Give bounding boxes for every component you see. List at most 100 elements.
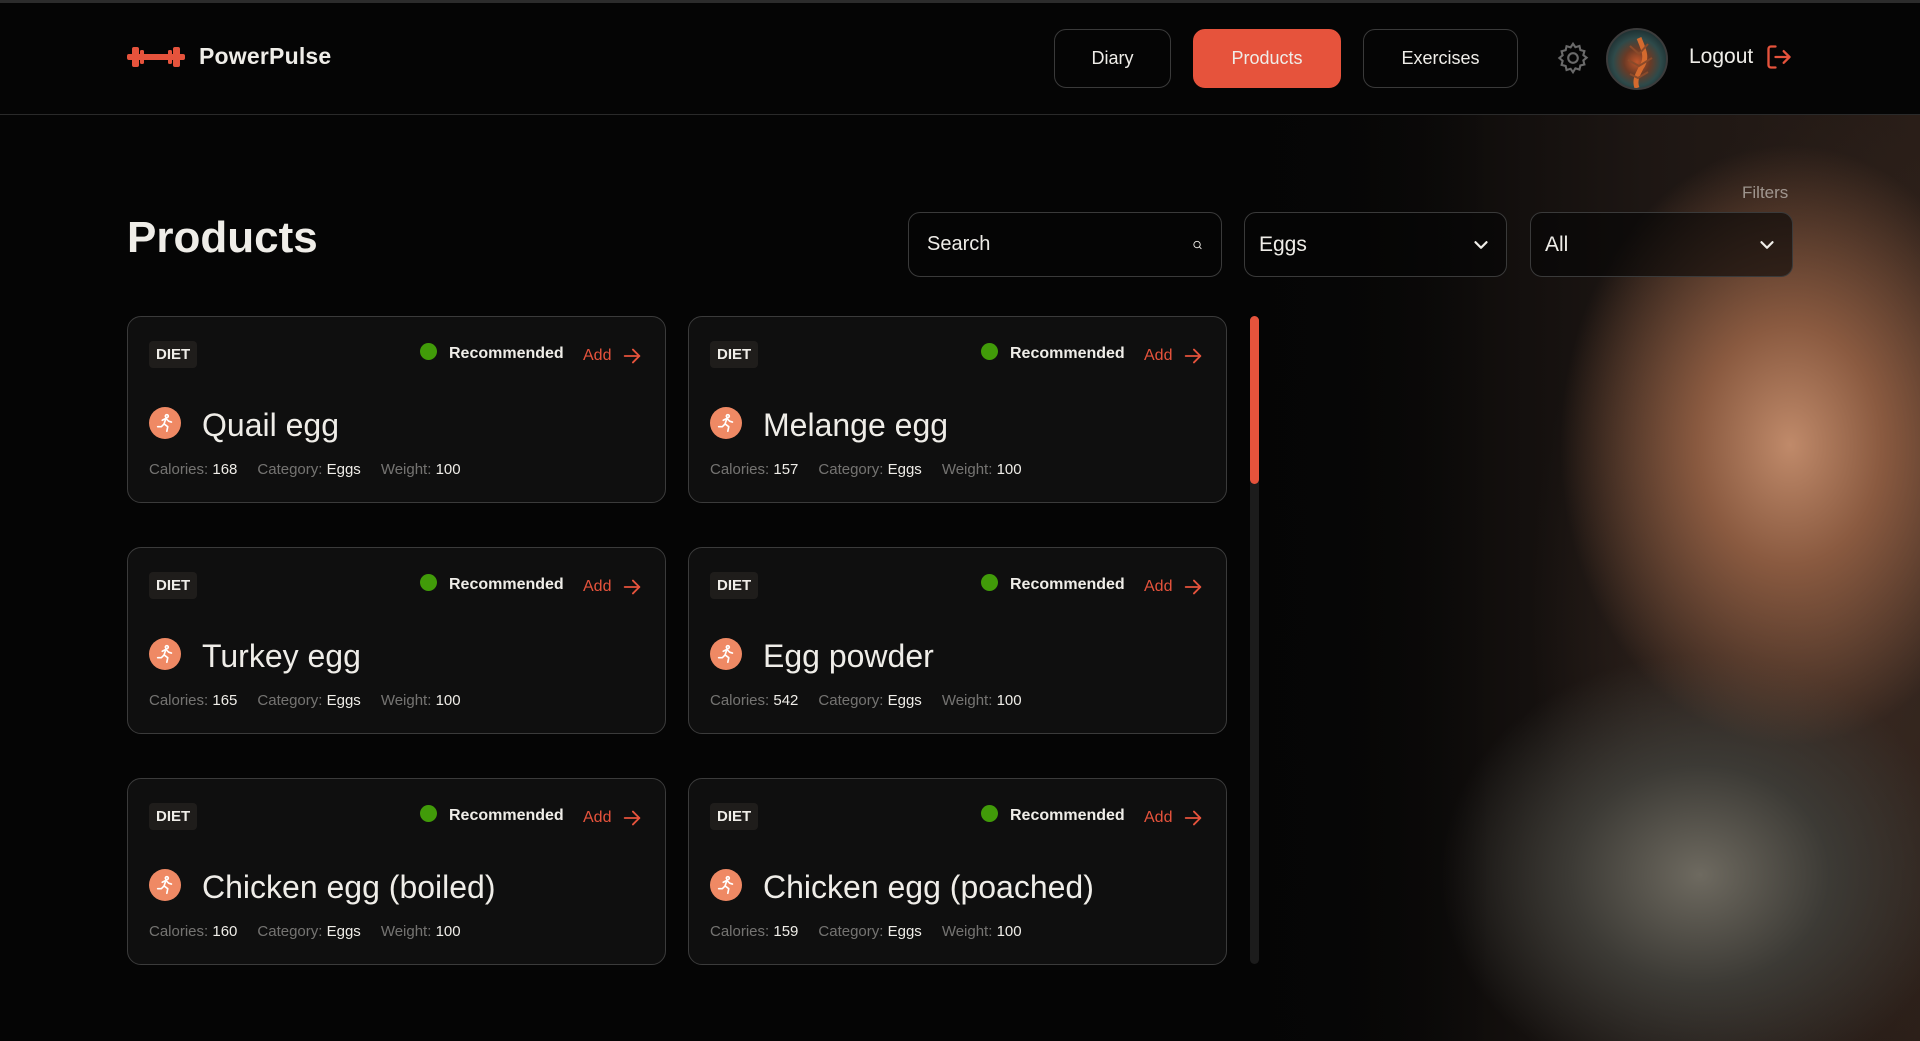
product-card: DIET Recommended Add Turkey egg Calories…: [127, 547, 666, 734]
calories-key: Calories:: [710, 923, 770, 940]
recommended-label: Recommended: [1010, 807, 1125, 824]
category-select[interactable]: Eggs: [1244, 212, 1507, 277]
product-meta: Calories: 159 Category: Eggs Weight: 100: [710, 923, 1022, 940]
category-info: Category: Eggs: [257, 461, 360, 478]
user-avatar[interactable]: [1606, 28, 1668, 90]
weight-info: Weight: 100: [381, 923, 461, 940]
running-man-icon: [149, 638, 181, 670]
add-product-button[interactable]: Add: [1144, 576, 1204, 598]
calories-info: Calories: 160: [149, 923, 237, 940]
add-product-button[interactable]: Add: [583, 807, 643, 829]
calories-info: Calories: 159: [710, 923, 798, 940]
product-name: Turkey egg: [202, 638, 361, 674]
calories-info: Calories: 157: [710, 461, 798, 478]
logout-icon: [1767, 45, 1791, 69]
recommended-status: Recommended: [420, 804, 564, 825]
category-value: Eggs: [887, 461, 922, 478]
arrow-right-icon: [1185, 348, 1202, 364]
category-value: Eggs: [326, 461, 361, 478]
weight-key: Weight:: [941, 461, 993, 478]
nav-diary-button[interactable]: Diary: [1054, 29, 1171, 88]
recommended-status: Recommended: [420, 573, 564, 594]
weight-info: Weight: 100: [942, 692, 1022, 709]
product-name: Chicken egg (boiled): [202, 869, 496, 905]
diet-badge: DIET: [149, 803, 198, 830]
weight-key: Weight:: [380, 461, 432, 478]
product-card: DIET Recommended Add Quail egg Calories:…: [127, 316, 666, 503]
add-product-button[interactable]: Add: [1144, 345, 1204, 367]
product-name: Quail egg: [202, 407, 339, 443]
nav-exercises-button[interactable]: Exercises: [1363, 29, 1518, 88]
search-field[interactable]: [908, 212, 1222, 277]
category-value: Eggs: [887, 923, 922, 940]
add-label: Add: [583, 578, 612, 595]
app-name: PowerPulse: [199, 43, 332, 69]
calories-info: Calories: 165: [149, 692, 237, 709]
recommended-status: Recommended: [981, 573, 1125, 594]
recommended-dot: [981, 804, 998, 822]
recommended-status: Recommended: [420, 342, 564, 363]
recommended-dot: [420, 804, 437, 822]
product-meta: Calories: 168 Category: Eggs Weight: 100: [149, 461, 461, 478]
add-product-button[interactable]: Add: [583, 576, 643, 598]
weight-key: Weight:: [380, 692, 432, 709]
category-info: Category: Eggs: [257, 692, 360, 709]
recommended-dot: [420, 342, 437, 360]
running-man-icon: [710, 407, 742, 439]
recommended-dot: [981, 342, 998, 360]
arrow-right-icon: [1185, 579, 1202, 595]
category-info: Category: Eggs: [818, 692, 921, 709]
category-info: Category: Eggs: [818, 461, 921, 478]
site-header: PowerPulse Diary Products Exercises Logo…: [0, 3, 1920, 115]
dumbbell-icon: [127, 46, 185, 67]
search-input[interactable]: [927, 233, 1192, 256]
gear-icon[interactable]: [1555, 40, 1591, 76]
scrollbar-thumb[interactable]: [1250, 316, 1259, 484]
category-value: Eggs: [887, 692, 922, 709]
recommended-label: Recommended: [449, 345, 564, 362]
weight-value: 100: [435, 692, 461, 709]
calories-value: 542: [773, 692, 799, 709]
category-value: Eggs: [326, 923, 361, 940]
calories-key: Calories:: [710, 461, 770, 478]
product-meta: Calories: 160 Category: Eggs Weight: 100: [149, 923, 461, 940]
category-key: Category:: [257, 923, 323, 940]
product-card: DIET Recommended Add Chicken egg (boiled…: [127, 778, 666, 965]
add-label: Add: [1144, 347, 1173, 364]
avatar-image: [1627, 37, 1653, 88]
weight-info: Weight: 100: [942, 923, 1022, 940]
weight-value: 100: [435, 461, 461, 478]
weight-value: 100: [435, 923, 461, 940]
diet-badge: DIET: [710, 803, 759, 830]
diet-badge: DIET: [149, 341, 198, 368]
calories-info: Calories: 168: [149, 461, 237, 478]
arrow-right-icon: [624, 810, 641, 826]
recommended-label: Recommended: [1010, 345, 1125, 362]
recommended-status: Recommended: [981, 342, 1125, 363]
weight-value: 100: [996, 923, 1022, 940]
weight-key: Weight:: [380, 923, 432, 940]
weight-key: Weight:: [941, 923, 993, 940]
logout-button[interactable]: Logout: [1689, 43, 1793, 71]
nav-products-button[interactable]: Products: [1193, 29, 1341, 88]
recommendation-select[interactable]: All: [1530, 212, 1793, 277]
add-label: Add: [583, 347, 612, 364]
add-label: Add: [1144, 809, 1173, 826]
running-man-icon: [149, 869, 181, 901]
product-card: DIET Recommended Add Melange egg Calorie…: [688, 316, 1227, 503]
diet-badge: DIET: [710, 572, 759, 599]
search-icon[interactable]: [1192, 233, 1203, 257]
weight-value: 100: [996, 461, 1022, 478]
calories-key: Calories:: [149, 923, 209, 940]
weight-info: Weight: 100: [381, 692, 461, 709]
product-meta: Calories: 165 Category: Eggs Weight: 100: [149, 692, 461, 709]
product-name: Melange egg: [763, 407, 949, 443]
category-key: Category:: [818, 692, 884, 709]
calories-value: 168: [212, 461, 238, 478]
weight-key: Weight:: [941, 692, 993, 709]
logo[interactable]: PowerPulse: [127, 43, 331, 70]
add-product-button[interactable]: Add: [1144, 807, 1204, 829]
logout-label: Logout: [1689, 45, 1754, 68]
recommended-label: Recommended: [449, 807, 564, 824]
add-product-button[interactable]: Add: [583, 345, 643, 367]
